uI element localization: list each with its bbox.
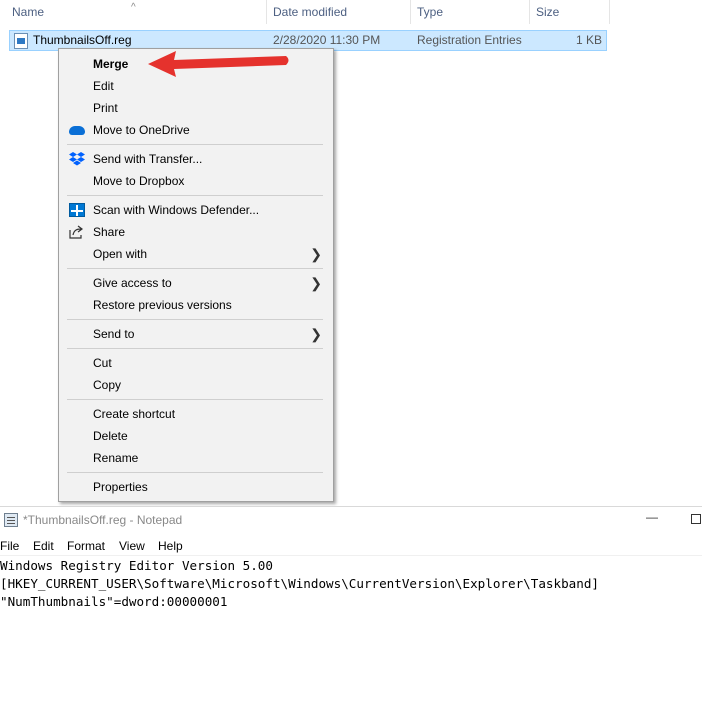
- menu-item-label: Move to OneDrive: [93, 123, 190, 137]
- menu-item-cut[interactable]: Cut: [60, 352, 332, 374]
- menu-item-label: Merge: [93, 57, 129, 71]
- menu-file[interactable]: File: [0, 536, 19, 556]
- notepad-menubar: File Edit Format View Help: [0, 536, 702, 556]
- file-size: 1 KB: [575, 33, 602, 47]
- menu-item-label: Delete: [93, 429, 128, 443]
- menu-divider: [67, 268, 323, 269]
- dropbox-icon: [69, 152, 85, 166]
- menu-item-create-shortcut[interactable]: Create shortcut: [60, 403, 332, 425]
- share-icon: [69, 225, 83, 239]
- menu-item-label: Send with Transfer...: [93, 152, 203, 166]
- menu-item-send-with-transfer[interactable]: Send with Transfer...: [60, 148, 332, 170]
- menu-item-scan-defender[interactable]: Scan with Windows Defender...: [60, 199, 332, 221]
- maximize-icon[interactable]: [691, 514, 701, 524]
- menu-item-properties[interactable]: Properties: [60, 476, 332, 498]
- menu-item-move-to-dropbox[interactable]: Move to Dropbox: [60, 170, 332, 192]
- column-header-date[interactable]: Date modified: [267, 0, 411, 24]
- column-header-name[interactable]: Name ^: [0, 0, 267, 24]
- text-line: "NumThumbnails"=dword:00000001: [0, 594, 228, 609]
- menu-view[interactable]: View: [119, 536, 145, 556]
- menu-divider: [67, 399, 323, 400]
- menu-item-copy[interactable]: Copy: [60, 374, 332, 396]
- menu-divider: [67, 144, 323, 145]
- menu-item-print[interactable]: Print: [60, 97, 332, 119]
- sort-caret-icon: ^: [131, 2, 136, 13]
- notepad-window: *ThumbnailsOff.reg - Notepad — File Edit…: [0, 506, 702, 705]
- menu-item-delete[interactable]: Delete: [60, 425, 332, 447]
- chevron-right-icon: ❯: [310, 326, 322, 342]
- notepad-title: *ThumbnailsOff.reg - Notepad: [23, 513, 183, 527]
- menu-divider: [67, 348, 323, 349]
- text-line: [HKEY_CURRENT_USER\Software\Microsoft\Wi…: [0, 576, 599, 591]
- context-menu: Merge Edit Print Move to OneDrive Send w…: [58, 48, 334, 502]
- menu-item-label: Copy: [93, 378, 122, 392]
- menu-item-share[interactable]: Share: [60, 221, 332, 243]
- menu-item-restore-versions[interactable]: Restore previous versions: [60, 294, 332, 316]
- chevron-right-icon: ❯: [310, 275, 322, 291]
- menu-format[interactable]: Format: [67, 536, 105, 556]
- reg-file-icon: [14, 33, 28, 49]
- menu-item-label: Edit: [93, 79, 114, 93]
- column-header-size[interactable]: Size: [530, 0, 610, 24]
- menu-item-send-to[interactable]: Send to ❯: [60, 323, 332, 345]
- menu-item-give-access[interactable]: Give access to ❯: [60, 272, 332, 294]
- menu-help[interactable]: Help: [158, 536, 183, 556]
- notepad-titlebar[interactable]: *ThumbnailsOff.reg - Notepad —: [0, 507, 702, 533]
- column-header-name-label: Name: [12, 5, 45, 19]
- menu-item-label: Properties: [93, 480, 148, 494]
- menu-item-label: Cut: [93, 356, 112, 370]
- menu-item-rename[interactable]: Rename: [60, 447, 332, 469]
- menu-item-label: Give access to: [93, 276, 172, 290]
- minimize-icon[interactable]: —: [646, 510, 658, 524]
- menu-divider: [67, 472, 323, 473]
- chevron-right-icon: ❯: [310, 246, 322, 262]
- onedrive-icon: [69, 126, 85, 135]
- menu-item-label: Scan with Windows Defender...: [93, 203, 260, 217]
- red-arrow-annotation: [148, 51, 289, 77]
- menu-item-label: Open with: [93, 247, 148, 261]
- text-line: Windows Registry Editor Version 5.00: [0, 558, 273, 573]
- menu-item-open-with[interactable]: Open with ❯: [60, 243, 332, 265]
- notepad-text-area[interactable]: Windows Registry Editor Version 5.00 [HKE…: [0, 557, 599, 611]
- menu-edit[interactable]: Edit: [33, 536, 54, 556]
- menu-divider: [67, 319, 323, 320]
- menu-item-label: Share: [93, 225, 126, 239]
- menu-divider: [67, 195, 323, 196]
- notepad-app-icon: [4, 513, 18, 527]
- menu-item-move-to-onedrive[interactable]: Move to OneDrive: [60, 119, 332, 141]
- column-header-type[interactable]: Type: [411, 0, 530, 24]
- menu-item-label: Rename: [93, 451, 139, 465]
- menu-item-label: Send to: [93, 327, 135, 341]
- file-type: Registration Entries: [417, 33, 522, 47]
- defender-icon: [69, 203, 85, 217]
- menu-item-label: Restore previous versions: [93, 298, 232, 312]
- menu-item-label: Create shortcut: [93, 407, 176, 421]
- menu-item-label: Print: [93, 101, 118, 115]
- menu-item-label: Move to Dropbox: [93, 174, 185, 188]
